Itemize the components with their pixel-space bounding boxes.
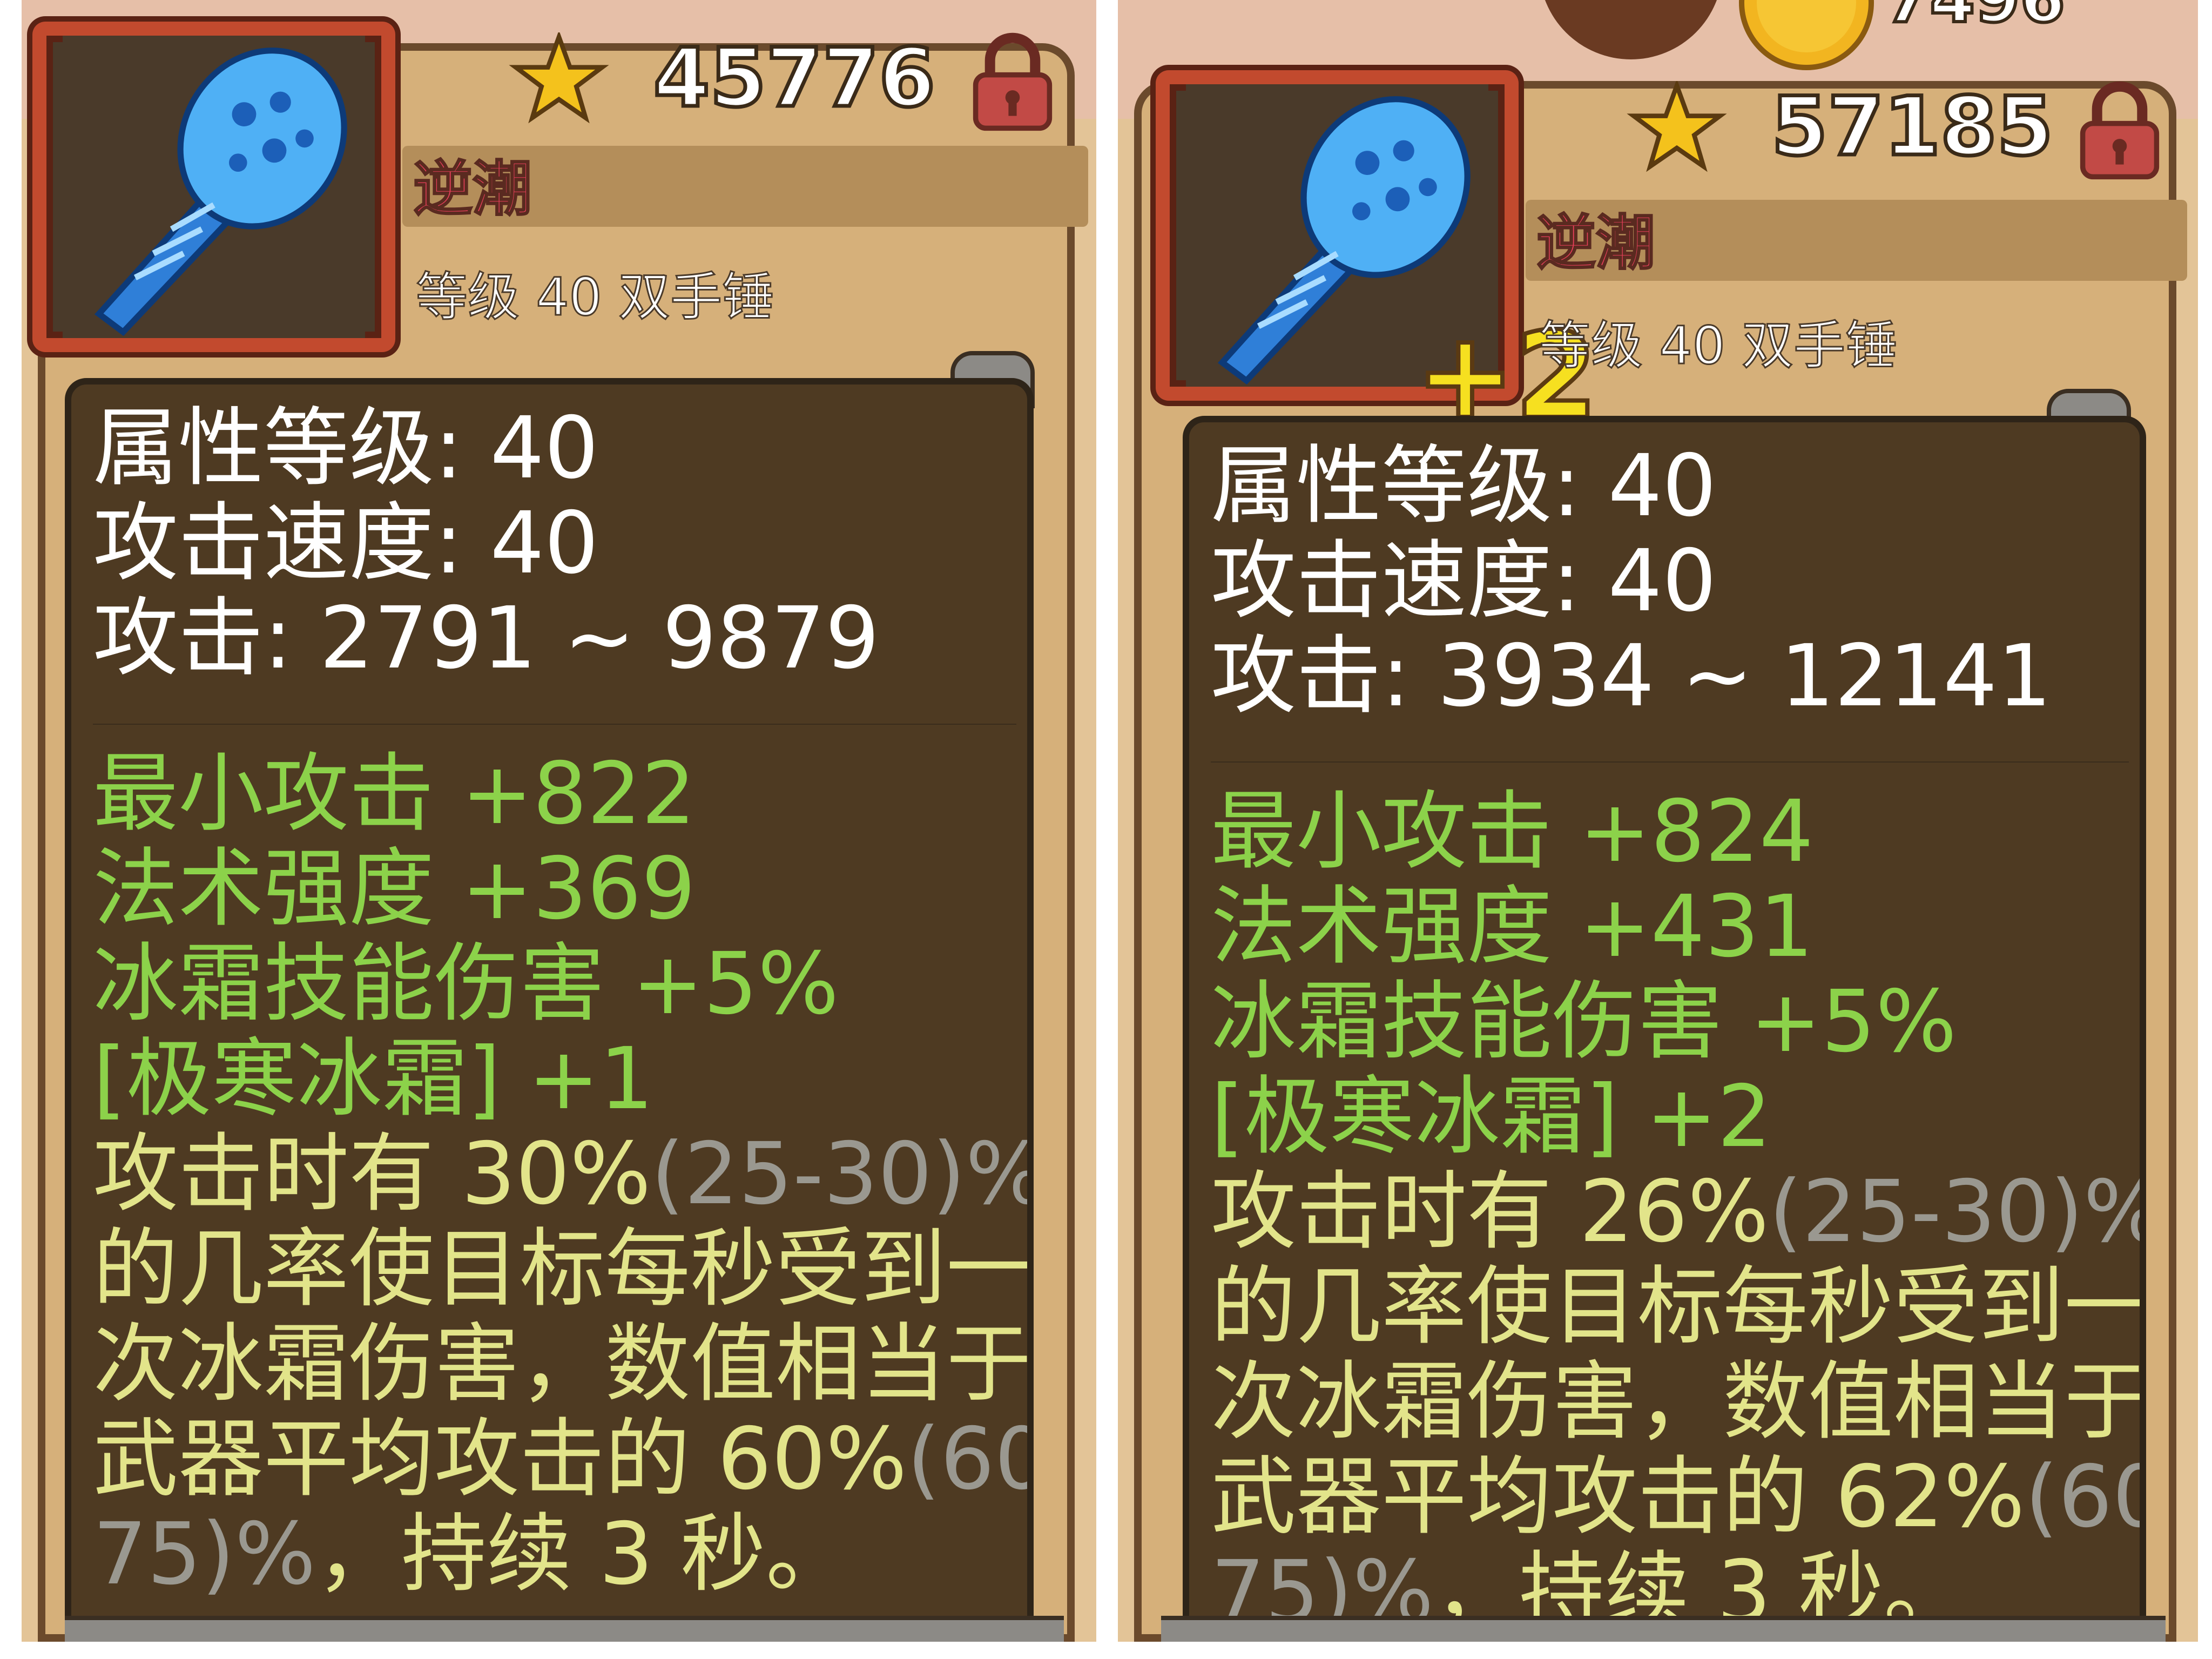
stats-panel[interactable]: 属性等级: 40 攻击速度: 40 攻击: 3934 ~ 12141 最小攻击 … <box>1183 416 2146 1642</box>
star-icon <box>1627 81 1727 172</box>
effect-chance: 攻击时有 26% <box>1211 1162 1769 1262</box>
stat-attribute-level: 属性等级: 40 <box>93 399 599 498</box>
effect-line-3: 次冰霜伤害，数值相当于 <box>1211 1352 2146 1452</box>
lock-icon[interactable] <box>961 27 1064 135</box>
stat-attack-speed: 攻击速度: 40 <box>1211 531 1717 631</box>
effect-percent: 武器平均攻击的 62% <box>1211 1447 2025 1547</box>
effect-chance-range: (25-30)% <box>1769 1162 2146 1262</box>
effect-line-4: 武器平均攻击的 62%(60- <box>1211 1447 2140 1547</box>
stat-attack-speed: 攻击速度: 40 <box>93 494 599 593</box>
bonus-spell-power: 法术强度 +431 <box>1211 877 1814 976</box>
item-name-row: 逆潮 <box>402 146 1088 227</box>
bonus-spell-power: 法术强度 +369 <box>93 839 696 939</box>
item-type-row: 等级 40 双手锤 <box>410 259 1058 340</box>
effect-line-2: 的几率使目标每秒受到一 <box>1211 1257 2146 1357</box>
item-level-type: 等级 40 双手锤 <box>415 267 774 328</box>
item-name-row: 逆潮 <box>1526 200 2187 281</box>
item-type-row: 等级 40 双手锤 <box>1534 308 2182 389</box>
power-score: 45776 <box>652 31 938 125</box>
divider <box>1211 761 2129 763</box>
power-score-row: 45776 <box>508 16 1080 140</box>
stats-panel[interactable]: 属性等级: 40 攻击速度: 40 攻击: 2791 ~ 9879 最小攻击 +… <box>65 378 1034 1642</box>
item-icon-slot[interactable] <box>32 22 395 352</box>
power-score-row: 57185 <box>1626 65 2187 189</box>
effect-percent-range-start: (60- <box>907 1410 1027 1509</box>
effect-chance: 攻击时有 30% <box>93 1124 651 1224</box>
bonus-min-attack: 最小攻击 +824 <box>1211 782 1814 881</box>
effect-line-4: 武器平均攻击的 60%(60- <box>93 1410 1027 1509</box>
divider <box>93 724 1016 725</box>
power-score: 57185 <box>1770 80 2055 174</box>
effect-line-3: 次冰霜伤害，数值相当于 <box>93 1314 1031 1414</box>
effect-duration: ，持续 3 秒。 <box>315 1505 851 1604</box>
effect-line-1: 攻击时有 26%(25-30)% <box>1211 1162 2140 1262</box>
effect-line-2: 的几率使目标每秒受到一 <box>93 1219 1031 1319</box>
gold-amount: 7496 <box>1883 0 2067 34</box>
effect-percent-range-start: (60- <box>2025 1447 2140 1547</box>
item-card-left: 45776 逆潮 等级 40 双手锤 属性等级: 40 攻击速度: 40 攻击:… <box>22 0 1096 1642</box>
bonus-frost-damage: 冰霜技能伤害 +5% <box>1211 972 1957 1071</box>
lock-icon[interactable] <box>2068 76 2171 184</box>
item-level-type: 等级 40 双手锤 <box>1538 315 1898 376</box>
stat-attack-range: 攻击: 2791 ~ 9879 <box>93 589 880 688</box>
star-icon <box>509 32 609 124</box>
item-name: 逆潮 <box>1536 208 1656 278</box>
stat-attack-range: 攻击: 3934 ~ 12141 <box>1211 626 2052 726</box>
effect-line-1: 攻击时有 30%(25-30)% <box>93 1124 1027 1224</box>
effect-percent: 武器平均攻击的 60% <box>93 1410 907 1509</box>
item-card-right: 7496 +2 57185 逆潮 等级 40 双手锤 属 <box>1118 0 2198 1642</box>
scroll-bottom-bar <box>1161 1616 2166 1642</box>
effect-chance-range: (25-30)% <box>651 1124 1034 1224</box>
ice-jellyfish-hammer-icon <box>63 36 365 338</box>
effect-line-5: 75)%，持续 3 秒。 <box>93 1507 1016 1602</box>
bonus-skill-level: [极寒冰霜] +1 <box>93 1029 654 1129</box>
item-icon-slot[interactable]: +2 <box>1156 70 1600 437</box>
effect-percent-range-end: 75)% <box>93 1505 316 1604</box>
bonus-min-attack: 最小攻击 +822 <box>93 744 696 844</box>
scroll-bottom-bar <box>65 1616 1064 1642</box>
bonus-frost-damage: 冰霜技能伤害 +5% <box>93 934 839 1034</box>
stat-attribute-level: 属性等级: 40 <box>1211 436 1717 536</box>
bonus-skill-level: [极寒冰霜] +2 <box>1211 1067 1772 1166</box>
item-name: 逆潮 <box>413 154 533 224</box>
